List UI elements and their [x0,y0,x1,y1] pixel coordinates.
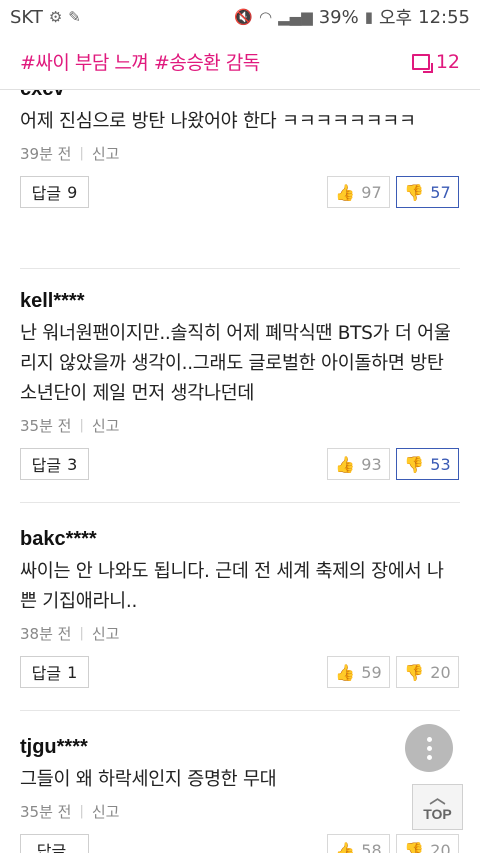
wifi-icon: ◠ [259,8,273,26]
dislike-button[interactable]: 👎 53 [396,448,459,480]
thumbs-down-icon: 👎 [404,454,425,474]
reply-button[interactable]: 답글 [20,834,89,853]
ampm-label: 오후 [379,8,413,29]
report-link[interactable]: 신고 [92,801,120,822]
dislike-button[interactable]: 👎 20 [396,834,459,853]
comment-item: bakc**** 싸이는 안 나와도 됩니다. 근데 전 세계 축제의 장에서 … [20,528,460,690]
like-button[interactable]: 👍 59 [327,656,390,688]
dislike-button[interactable]: 👎 57 [396,176,459,208]
comment-text: 그들이 왜 하락세인지 증명한 무대 [20,769,277,790]
comment-actions: 답글 👍 58 👎 20 [20,834,460,853]
comment-item: kell**** 난 워너원팬이지만..솔직히 어제 폐막식땐 BTS가 더 어… [20,290,460,482]
comment-icon [411,53,433,73]
scroll-top-button[interactable]: ︿ TOP [412,784,463,830]
like-button[interactable]: 👍 58 [327,834,390,853]
divider [20,268,460,269]
comment-actions: 답글 3 👍 93 👎 53 [20,448,460,482]
header-title[interactable]: #싸이 부담 느껴 #송승환 감독 [20,48,260,75]
link-icon: ✎ [68,8,81,26]
thumbs-down-icon: 👎 [404,182,425,202]
meta-separator: | [79,626,84,641]
divider [20,502,460,503]
divider [20,710,460,711]
dislike-count: 20 [430,662,451,682]
more-options-button[interactable] [405,724,453,772]
reply-button[interactable]: 답글 3 [20,448,89,480]
thumbs-up-icon: 👍 [335,840,356,853]
battery-percent: 39% [318,6,359,28]
comment-actions: 답글 1 👍 59 👎 20 [20,656,460,690]
reply-label: 답글 [31,184,62,203]
dislike-count: 53 [430,454,451,474]
comment-meta: 38분 전 | 신고 [20,623,460,644]
dislike-count: 20 [430,840,451,853]
comment-time: 35분 전 [20,803,72,821]
reply-button[interactable]: 답글 9 [20,176,89,208]
comment-username: cxcv**** [20,90,460,101]
like-count: 97 [361,182,382,202]
comment-time: 35분 전 [20,417,72,435]
meta-separator: | [79,146,84,161]
thumbs-down-icon: 👎 [404,662,425,682]
reply-count: 3 [67,454,78,474]
report-link[interactable]: 신고 [92,623,120,644]
like-button[interactable]: 👍 97 [327,176,390,208]
report-link[interactable]: 신고 [92,143,120,164]
comment-text: 난 워너원팬이지만..솔직히 어제 폐막식땐 BTS가 더 어울리지 않았을까 … [20,323,451,404]
comment-username: kell**** [20,290,85,312]
comment-item: cxcv**** 어제 진심으로 방탄 나왔어야 한다 ㅋㅋㅋㅋㅋㅋㅋㅋ 39분… [20,90,460,210]
like-button[interactable]: 👍 93 [327,448,390,480]
thumbs-up-icon: 👍 [335,662,356,682]
comment-text: 어제 진심으로 방탄 나왔어야 한다 ㅋㅋㅋㅋㅋㅋㅋㅋ [20,111,416,132]
comment-meta: 35분 전 | 신고 [20,801,460,822]
reply-count: 9 [67,182,78,202]
thumbs-up-icon: 👍 [335,454,356,474]
clock: 12:55 [418,6,470,28]
meta-separator: | [79,804,84,819]
signal-icon: ▂▄▆ [278,8,313,26]
reply-label: 답글 [36,842,67,853]
comment-count: 12 [435,50,460,73]
battery-icon: ▮ [364,8,373,26]
notification-icon: ⚙ [48,8,63,26]
more-dot-icon [426,754,432,760]
top-label: TOP [423,806,452,822]
more-dot-icon [426,745,432,751]
reply-label: 답글 [31,664,62,683]
thumbs-up-icon: 👍 [335,182,356,202]
dislike-button[interactable]: 👎 20 [396,656,459,688]
comment-time: 38분 전 [20,625,72,643]
comment-time: 39분 전 [20,145,72,163]
dislike-count: 57 [430,182,451,202]
carrier-label: SKT [10,6,43,28]
reply-label: 답글 [31,456,62,475]
comment-meta: 35분 전 | 신고 [20,415,460,436]
report-link[interactable]: 신고 [92,415,120,436]
comment-username: tjgu**** [20,736,88,758]
thumbs-down-icon: 👎 [404,840,425,853]
comment-username: bakc**** [20,528,97,550]
meta-separator: | [79,418,84,433]
mute-icon: 🔇 [234,8,254,26]
comment-text: 싸이는 안 나와도 됩니다. 근데 전 세계 축제의 장에서 나쁜 기집애라니.… [20,561,444,612]
comment-meta: 39분 전 | 신고 [20,143,460,164]
comment-item: tjgu**** 그들이 왜 하락세인지 증명한 무대 35분 전 | 신고 답… [20,736,460,853]
more-dot-icon [426,736,432,742]
reply-button[interactable]: 답글 1 [20,656,89,688]
comment-actions: 답글 9 👍 97 👎 57 [20,176,460,210]
comment-count-button[interactable]: 12 [411,50,460,73]
comments-header: #싸이 부담 느껴 #송승환 감독 12 [0,34,480,90]
like-count: 93 [361,454,382,474]
like-count: 58 [361,840,382,853]
like-count: 59 [361,662,382,682]
reply-count: 1 [67,662,78,682]
chevron-up-icon: ︿ [429,790,446,807]
status-bar: SKT ⚙ ✎ 🔇 ◠ ▂▄▆ 39% ▮ 오후 12:55 [0,0,480,34]
